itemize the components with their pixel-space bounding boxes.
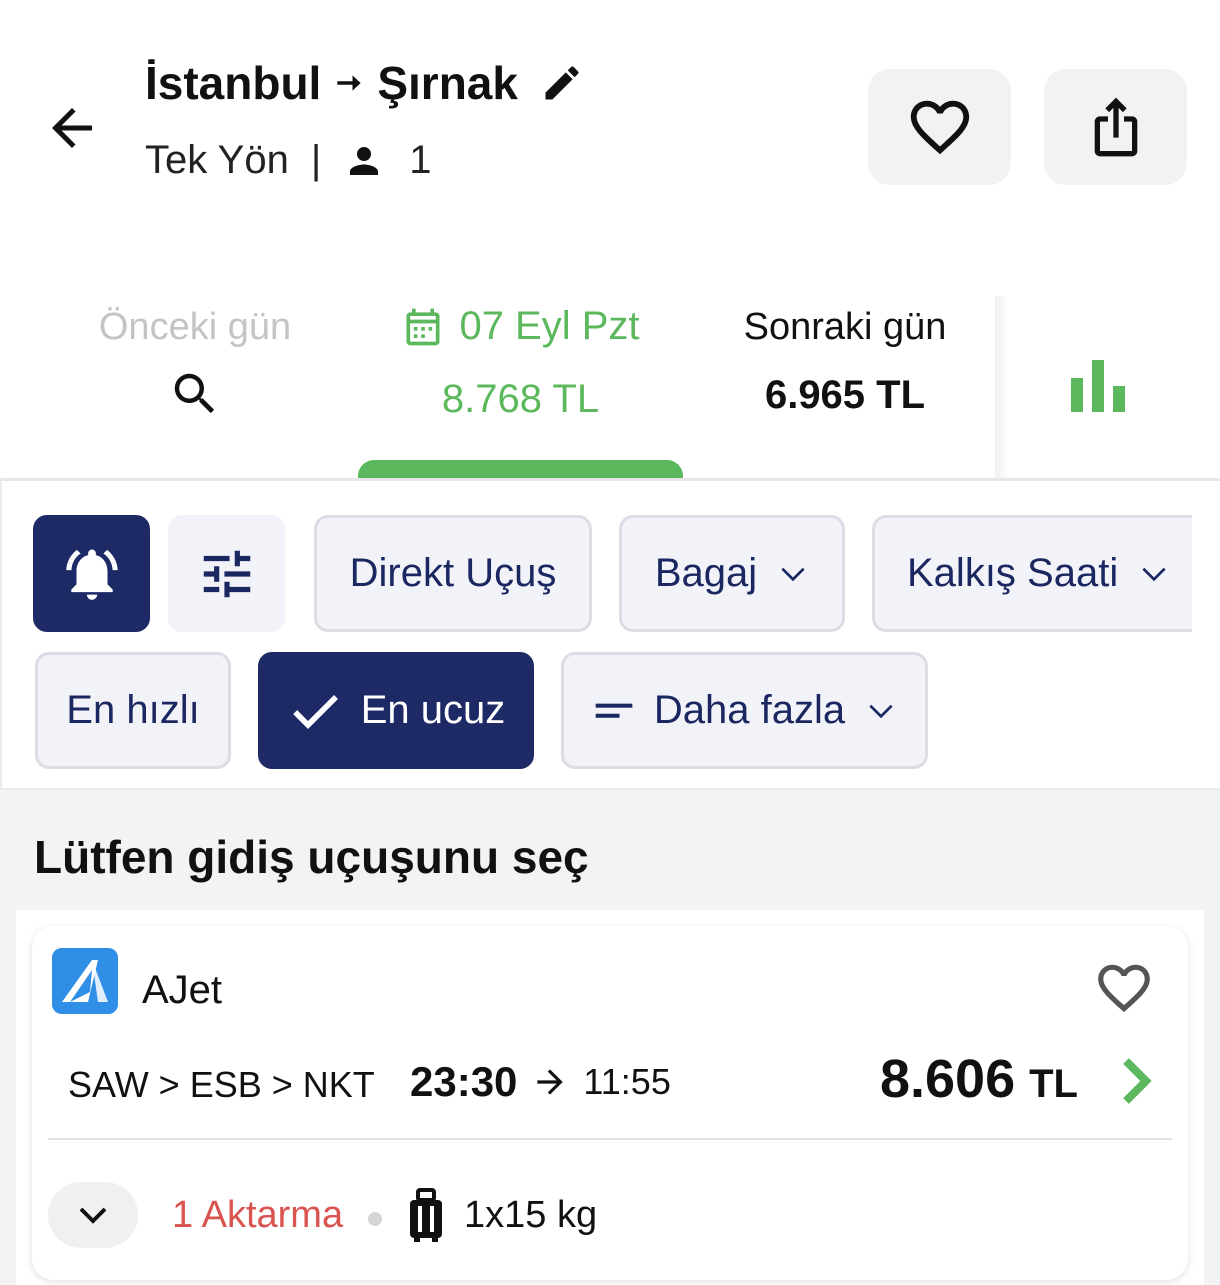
chart-divider xyxy=(995,296,1007,478)
trip-summary: Tek Yön | 1 xyxy=(145,138,431,183)
passenger-count: 1 xyxy=(409,138,432,182)
current-day-price: 8.768 TL xyxy=(441,377,600,421)
route-arrow-icon xyxy=(335,69,363,97)
share-button[interactable] xyxy=(1044,69,1187,185)
next-day-price: 6.965 TL xyxy=(764,373,926,417)
direct-flight-chip[interactable]: Direkt Uçuş xyxy=(314,515,592,632)
top-header: İstanbul Şırnak Tek Yön | 1 xyxy=(0,0,1220,250)
airline-logo xyxy=(52,948,118,1014)
back-button[interactable] xyxy=(36,92,108,164)
flight-card[interactable]: AJet SAW > ESB > NKT 23:30 11:55 8.606 T… xyxy=(32,926,1188,1280)
price-currency: TL xyxy=(1029,1062,1078,1106)
sort-icon xyxy=(592,689,636,733)
heart-icon xyxy=(910,100,969,155)
direct-flight-label: Direkt Uçuş xyxy=(349,551,557,595)
baggage-label: Bagaj xyxy=(654,551,758,595)
flight-favorite-button[interactable] xyxy=(1092,956,1156,1020)
check-icon xyxy=(287,683,343,739)
current-day-tab[interactable]: 07 Eyl Pzt 8.768 TL xyxy=(358,296,683,422)
share-icon xyxy=(1094,97,1137,157)
trip-type: Tek Yön xyxy=(145,138,289,182)
filter-panel: Direkt Uçuş Bagaj Kalkış Saati En hızlı … xyxy=(0,478,1220,790)
more-options-chip[interactable]: Daha fazla xyxy=(561,652,928,769)
fastest-chip[interactable]: En hızlı xyxy=(35,652,231,769)
arrival-time: 11:55 xyxy=(583,1061,671,1102)
section-title: Lütfen gidiş uçuşunu seç xyxy=(34,831,589,883)
search-icon xyxy=(174,373,215,414)
date-selector: Önceki gün 07 Eyl Pzt 8.768 TL Sonraki g… xyxy=(0,296,1220,478)
current-tab-indicator xyxy=(358,460,683,480)
origin-city: İstanbul xyxy=(145,57,322,109)
bar-chart-icon xyxy=(1070,360,1125,412)
sliders-icon xyxy=(203,550,250,597)
more-options-label: Daha fazla xyxy=(653,688,846,732)
previous-day-tab[interactable]: Önceki gün xyxy=(40,296,350,421)
luggage-icon xyxy=(406,1188,446,1244)
flight-route: SAW > ESB > NKT xyxy=(68,1064,375,1105)
cheapest-label: En ucuz xyxy=(360,688,506,732)
flight-price: 8.606 TL xyxy=(880,1048,1078,1110)
calendar-icon xyxy=(406,308,440,345)
chevron-down-icon xyxy=(79,1207,107,1224)
expand-details-button[interactable] xyxy=(48,1182,138,1248)
airline-name: AJet xyxy=(142,968,223,1012)
cheapest-chip[interactable]: En ucuz xyxy=(258,652,534,769)
bell-ring-icon xyxy=(65,548,118,600)
edit-pencil-icon[interactable] xyxy=(540,61,584,105)
current-date: 07 Eyl Pzt xyxy=(459,304,640,348)
price-chart-button[interactable] xyxy=(1050,345,1145,425)
favorite-button[interactable] xyxy=(868,69,1011,185)
summary-separator: | xyxy=(310,138,322,182)
departure-time: 23:30 xyxy=(410,1058,518,1105)
flight-times: 23:30 11:55 xyxy=(410,1058,671,1106)
chevron-down-icon xyxy=(1138,558,1170,590)
destination-city: Şırnak xyxy=(377,57,518,109)
route-title[interactable]: İstanbul Şırnak xyxy=(145,56,584,110)
arrow-right-icon xyxy=(531,1063,569,1101)
previous-day-label: Önceki gün xyxy=(98,306,292,348)
next-day-label: Sonraki gün xyxy=(743,306,947,348)
departure-time-chip[interactable]: Kalkış Saati xyxy=(872,515,1192,632)
chevron-down-icon xyxy=(865,695,897,727)
chevron-right-icon[interactable] xyxy=(1118,1056,1158,1106)
fastest-label: En hızlı xyxy=(66,688,200,732)
baggage-chip[interactable]: Bagaj xyxy=(619,515,845,632)
heart-outline-icon xyxy=(1098,964,1150,1013)
next-day-tab[interactable]: Sonraki gün 6.965 TL xyxy=(700,296,990,418)
filter-settings-button[interactable] xyxy=(168,515,285,632)
baggage-allowance: 1x15 kg xyxy=(464,1194,598,1236)
stops-count: 1 Aktarma xyxy=(172,1194,344,1236)
person-icon xyxy=(343,140,385,182)
departure-time-label: Kalkış Saati xyxy=(907,551,1119,595)
chevron-down-icon xyxy=(777,558,809,590)
card-divider xyxy=(48,1138,1172,1140)
info-separator-dot xyxy=(368,1212,382,1226)
arrow-left-icon xyxy=(52,108,92,148)
price-alert-button[interactable] xyxy=(33,515,150,632)
price-amount: 8.606 xyxy=(879,1049,1016,1109)
